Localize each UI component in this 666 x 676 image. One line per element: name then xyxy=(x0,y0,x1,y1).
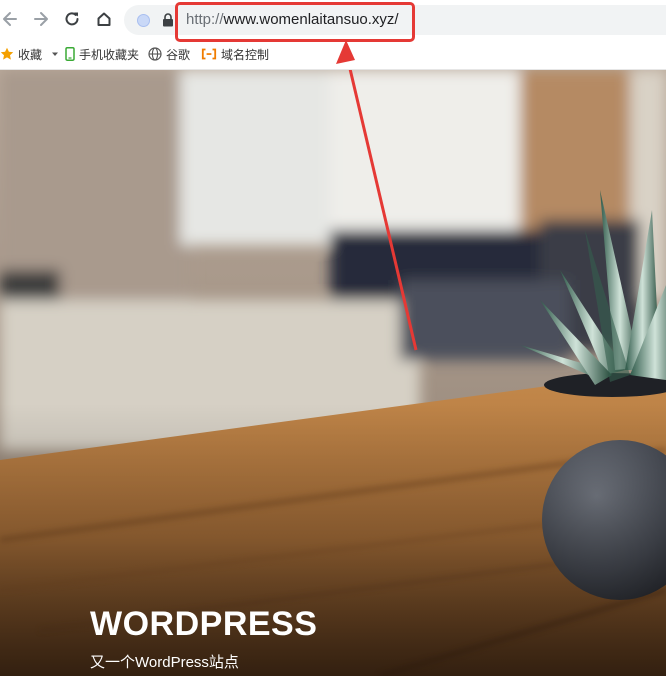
back-icon xyxy=(3,12,17,26)
home-icon xyxy=(97,12,111,26)
home-button[interactable] xyxy=(92,7,116,31)
reload-icon xyxy=(65,12,79,26)
bookmark-google[interactable]: 谷歌 xyxy=(148,45,190,63)
site-info-icon[interactable] xyxy=(137,14,150,27)
hero-section: WORDPRESS 又一个WordPress站点 xyxy=(0,70,666,676)
phone-icon xyxy=(65,47,75,61)
site-title[interactable]: WORDPRESS xyxy=(90,605,317,644)
bookmark-domain-control[interactable]: 域名控制 xyxy=(201,45,269,63)
site-tagline: 又一个WordPress站点 xyxy=(90,654,239,671)
back-button[interactable] xyxy=(0,7,22,31)
globe-icon xyxy=(148,47,162,61)
annotation-highlight-box xyxy=(175,2,415,42)
forward-button[interactable] xyxy=(29,7,53,31)
chevron-down-icon[interactable] xyxy=(50,49,60,59)
forward-icon xyxy=(34,12,48,26)
hero-background-image xyxy=(0,70,666,676)
bookmark-label: 手机收藏夹 xyxy=(79,47,140,62)
bracket-icon xyxy=(201,48,217,60)
bookmark-label: 域名控制 xyxy=(221,47,270,62)
bookmark-mobile[interactable]: 手机收藏夹 xyxy=(65,45,139,63)
reload-button[interactable] xyxy=(60,7,84,31)
annotation-arrowhead-icon xyxy=(336,40,355,64)
bookmark-label: 收藏 xyxy=(18,47,43,62)
star-icon xyxy=(0,47,14,60)
bookmark-favorites[interactable]: 收藏 xyxy=(0,45,64,63)
lock-icon[interactable] xyxy=(162,13,174,27)
bookmark-label: 谷歌 xyxy=(166,47,191,62)
